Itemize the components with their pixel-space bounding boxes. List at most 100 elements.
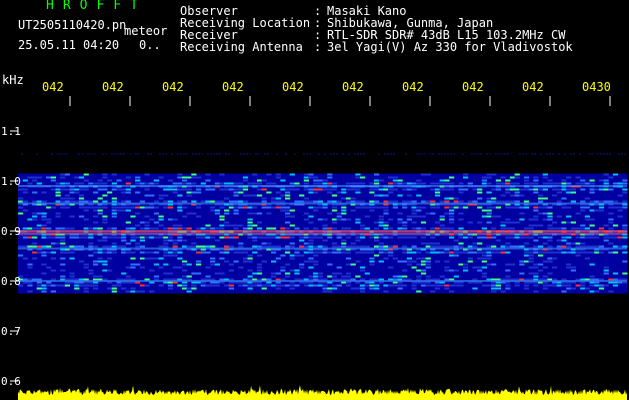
spectrum-pixel <box>233 206 239 209</box>
spectrum-pixel <box>406 215 412 218</box>
spectrum-pixel <box>285 284 291 287</box>
spectrum-pixel <box>107 251 113 254</box>
noise-pixel <box>600 153 602 155</box>
spectrum-pixel <box>317 251 323 254</box>
spectrum-pixel <box>617 194 623 197</box>
spectrum-pixel <box>622 200 628 203</box>
spectrum-pixel <box>191 287 197 290</box>
spectrum-pixel <box>313 188 319 191</box>
spectrum-pixel <box>594 284 600 287</box>
spectrum-pixel <box>331 221 338 224</box>
spectrum-pixel <box>41 290 47 293</box>
spectrum-pixel <box>261 188 267 191</box>
spectrum-pixel <box>561 197 567 200</box>
spectrum-pixel <box>523 242 530 245</box>
spectrum-pixel <box>242 284 249 287</box>
spectrum-pixel <box>561 179 567 182</box>
noise-pixel <box>342 153 344 155</box>
spectrum-pixel <box>556 182 562 185</box>
spectrum-pixel <box>78 200 85 203</box>
spectrum-pixel <box>60 263 66 266</box>
spectrum-pixel <box>341 227 347 230</box>
spectrum-pixel <box>486 236 492 239</box>
spectrum-pixel <box>121 251 127 254</box>
spectrum-pixel <box>102 245 108 248</box>
spectrum-pixel <box>294 251 300 254</box>
spectrum-pixel <box>570 200 576 203</box>
spectrum-pixel <box>64 251 70 254</box>
spectrum-pixel <box>523 182 530 185</box>
spectrum-pixel <box>463 263 469 266</box>
spectrum-pixel <box>580 227 586 230</box>
spectrum-pixel <box>135 242 141 245</box>
spectrum-pixel <box>275 197 281 200</box>
spectrum-pixel <box>116 245 122 248</box>
spectrum-pixel <box>331 200 338 203</box>
spectrum-pixel <box>481 266 487 269</box>
spectrum-pixel <box>397 221 403 224</box>
spectrum-pixel <box>233 260 239 263</box>
noise-pixel <box>573 153 575 155</box>
spectrum-pixel <box>111 188 117 191</box>
spectrum-pixel <box>509 221 516 224</box>
spectrum-pixel <box>434 221 441 224</box>
spectrum-pixel <box>481 275 487 278</box>
spectrum-pixel <box>285 188 291 191</box>
spectrum-pixel <box>552 266 558 269</box>
spectrum-pixel <box>402 236 408 239</box>
spectrum-pixel <box>289 209 295 212</box>
spectrum-pixel <box>172 239 178 242</box>
spectrum-pixel <box>289 287 295 290</box>
spectrum-pixel <box>331 218 338 221</box>
spectrum-pixel <box>374 188 380 191</box>
spectrum-pixel <box>505 227 511 230</box>
spectrum-pixel <box>125 251 131 254</box>
spectrum-pixel <box>210 245 216 248</box>
spectrum-pixel <box>589 188 595 191</box>
y-tick-label: 0.9 <box>1 225 21 238</box>
spectrum-pixel <box>561 245 567 248</box>
spectrum-pixel <box>153 182 160 185</box>
spectrum-pixel <box>144 284 150 287</box>
spectrum-pixel <box>116 188 122 191</box>
spectrum-pixel <box>317 236 323 239</box>
spectrum-pixel <box>360 227 366 230</box>
spectrum-pixel <box>121 209 127 212</box>
spectrum-pixel <box>467 260 473 263</box>
spectrum-pixel <box>336 215 342 218</box>
spectrum-pixel <box>547 179 553 182</box>
spectrum-pixel <box>589 251 595 254</box>
noise-pixel <box>285 153 287 155</box>
spectrum-pixel <box>481 257 487 260</box>
spectrum-pixel <box>453 284 459 287</box>
spectrum-pixel <box>252 245 258 248</box>
spectrum-pixel <box>556 284 562 287</box>
spectrum-pixel <box>130 287 136 290</box>
spectrum-pixel <box>523 287 530 290</box>
spectrum-pixel <box>256 263 263 266</box>
spectrum-pixel <box>383 224 389 227</box>
spectrum-pixel <box>177 173 183 176</box>
spectrum-pixel <box>219 218 225 221</box>
spectrum-pixel <box>364 245 370 248</box>
spectrum-pixel <box>210 227 216 230</box>
spectrum-pixel <box>523 251 530 254</box>
spectrum-pixel <box>345 272 352 275</box>
spectrum-pixel <box>200 251 206 254</box>
spectrum-pixel <box>102 176 108 179</box>
spectrum-pixel <box>177 182 183 185</box>
spectrum-pixel <box>514 188 520 191</box>
spectrum-pixel <box>121 200 127 203</box>
spectrum-pixel <box>402 224 408 227</box>
spectrum-pixel <box>27 236 33 239</box>
carrier-line <box>18 185 627 187</box>
spectrum-pixel <box>125 221 131 224</box>
spectrum-pixel <box>439 275 445 278</box>
spectrum-pixel <box>18 200 24 203</box>
spectrum-pixel <box>167 179 174 182</box>
spectrum-pixel <box>74 176 80 179</box>
spectrum-pixel <box>556 215 562 218</box>
spectrum-pixel <box>542 176 548 179</box>
spectrum-pixel <box>491 227 497 230</box>
spectrum-pixel <box>83 290 89 293</box>
